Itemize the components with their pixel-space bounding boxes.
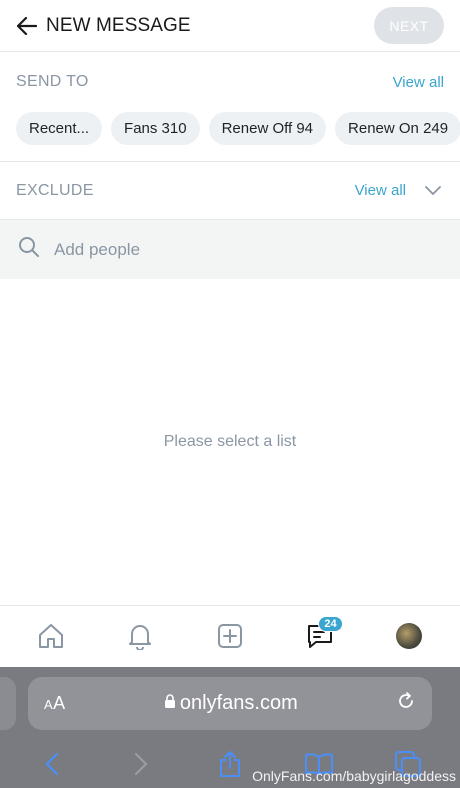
exclude-view-all-link[interactable]: View all [355,182,406,199]
send-to-view-all-link[interactable]: View all [393,74,444,91]
add-people-search[interactable]: Add people [0,220,460,279]
search-input[interactable]: Add people [54,240,140,260]
next-button[interactable]: NEXT [374,7,444,44]
watermark-text: OnlyFans.com/babygirlagoddess [252,768,456,784]
bottom-nav: 24 [0,606,460,666]
search-icon [18,236,40,263]
reload-icon[interactable] [396,691,416,716]
chip-recent[interactable]: Recent... [16,112,103,145]
url-text: onlyfans.com [179,692,298,714]
address-bar[interactable]: AA onlyfans.com [28,677,432,730]
add-post-icon[interactable] [210,616,250,656]
browser-chrome: AA onlyfans.com OnlyFans.com/babygirlago… [0,667,460,788]
back-arrow-icon[interactable] [16,15,38,37]
profile-avatar[interactable] [389,616,429,656]
messages-badge: 24 [318,616,343,632]
chip-fans[interactable]: Fans 310 [111,112,200,145]
avatar [396,623,423,649]
url-display[interactable]: onlyfans.com [164,692,298,715]
chevron-down-icon[interactable] [422,180,444,202]
send-to-list-chips: Recent... Fans 310 Renew Off 94 Renew On… [0,112,460,162]
chip-renew-off[interactable]: Renew Off 94 [208,112,327,145]
empty-state: Please select a list [0,279,460,606]
bell-icon[interactable] [120,616,160,656]
chip-renew-on[interactable]: Renew On 249 [335,112,460,145]
home-icon[interactable] [31,616,71,656]
exclude-label: EXCLUDE [16,181,94,199]
exclude-section: EXCLUDE View all [0,162,460,220]
forward-icon[interactable] [121,744,161,784]
back-icon[interactable] [32,744,72,784]
previous-tab-edge[interactable] [0,677,16,730]
share-icon[interactable] [210,744,250,784]
message-header: NEW MESSAGE NEXT [0,0,460,52]
lock-icon [164,692,176,715]
send-to-label: SEND TO [16,73,89,90]
text-size-button[interactable]: AA [44,693,66,714]
empty-state-text: Please select a list [163,433,297,450]
send-to-section: SEND TO View all [0,52,460,112]
page-title: NEW MESSAGE [46,14,191,36]
messages-icon[interactable]: 24 [300,616,343,656]
